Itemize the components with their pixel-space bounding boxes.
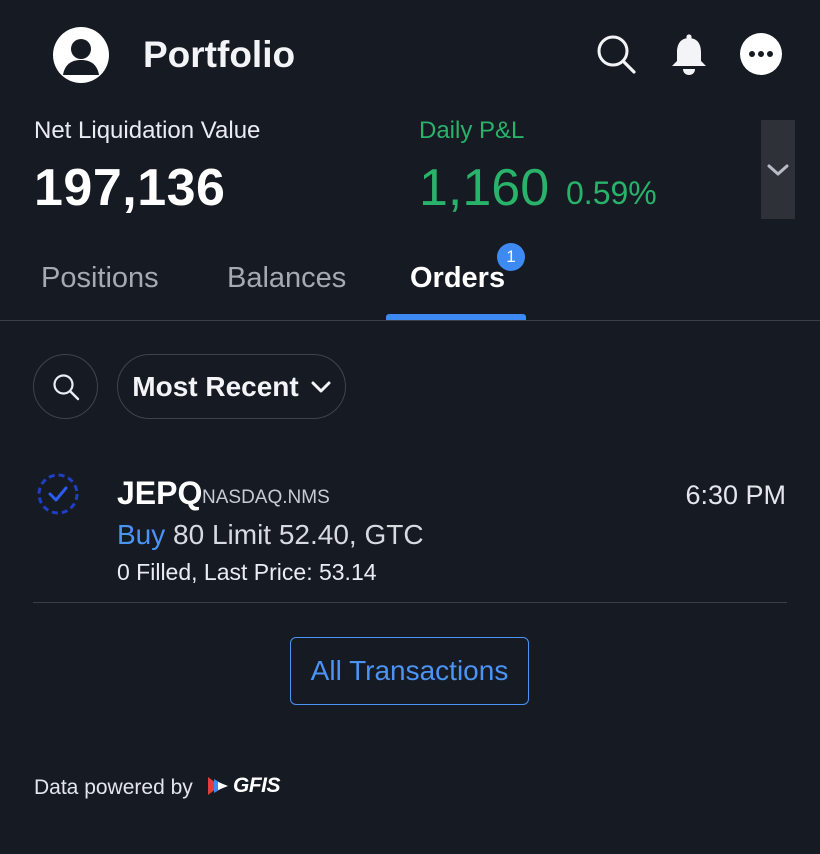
order-exchange: NASDAQ.NMS (202, 487, 330, 508)
sort-dropdown[interactable]: Most Recent (117, 354, 346, 419)
order-side: Buy (117, 519, 166, 550)
more-options-button[interactable] (737, 30, 785, 78)
row-divider (33, 602, 787, 603)
tabs-divider (0, 320, 820, 321)
bell-icon (672, 34, 706, 75)
chevron-down-icon (311, 381, 331, 392)
order-time: 6:30 PM (685, 480, 786, 510)
user-avatar-icon (63, 39, 99, 75)
order-status-indicator (36, 472, 80, 516)
net-liquidation-value: 197,136 (34, 159, 226, 217)
search-icon (597, 35, 636, 74)
tab-balances[interactable]: Balances (227, 262, 346, 295)
daily-pnl-value: 1,160 (419, 159, 550, 217)
search-icon (52, 373, 79, 400)
orders-search-button[interactable] (33, 354, 98, 419)
order-detail: Buy 80 Limit 52.40, GTC (117, 519, 424, 551)
net-liquidation-label: Net Liquidation Value (34, 117, 261, 144)
gfis-logo: GFIS (206, 774, 281, 798)
order-fill-status: 0 Filled, Last Price: 53.14 (117, 559, 377, 585)
expand-summary-button[interactable] (761, 120, 795, 219)
notifications-button[interactable] (665, 30, 713, 78)
avatar[interactable] (53, 27, 109, 83)
tab-orders[interactable]: Orders (410, 262, 505, 295)
tab-positions[interactable]: Positions (41, 262, 159, 295)
order-status-check-icon (37, 473, 79, 515)
gfis-logo-text: GFIS (233, 774, 281, 797)
more-options-icon (740, 33, 782, 75)
search-button[interactable] (592, 30, 640, 78)
page-title: Portfolio (143, 34, 296, 75)
order-terms: 80 Limit 52.40, GTC (173, 519, 424, 550)
daily-pnl-label: Daily P&L (419, 117, 525, 144)
daily-pnl-percent: 0.59% (566, 175, 657, 211)
chevron-down-icon (767, 164, 789, 175)
data-powered-by-label: Data powered by (34, 776, 193, 799)
sort-dropdown-label: Most Recent (132, 370, 299, 402)
all-transactions-button[interactable]: All Transactions (290, 637, 529, 705)
orders-count-badge: 1 (497, 243, 525, 271)
gfis-logo-mark (208, 777, 228, 795)
order-symbol[interactable]: JEPQ (117, 475, 202, 512)
